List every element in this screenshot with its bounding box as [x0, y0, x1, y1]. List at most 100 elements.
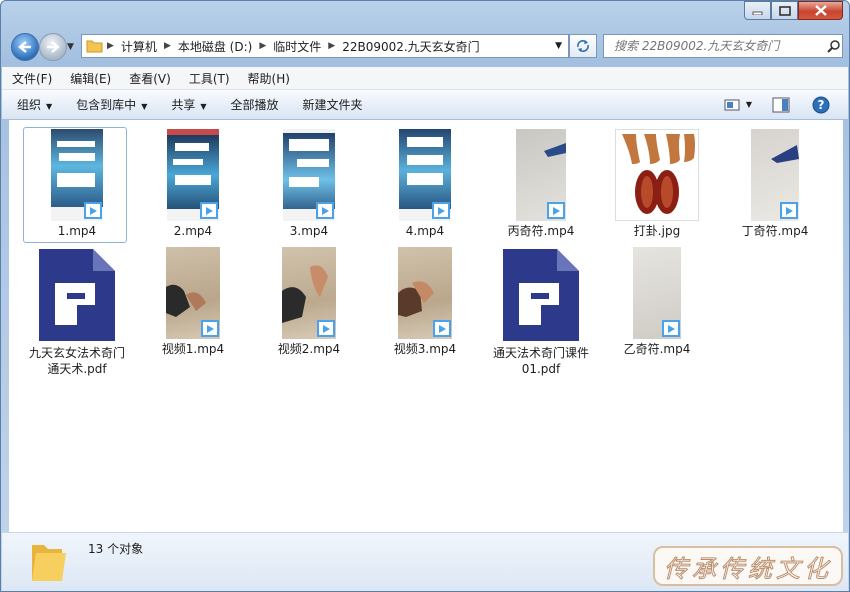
- share-button[interactable]: 共享 ▼: [162, 96, 215, 113]
- video-badge-icon: [201, 320, 219, 337]
- file-item[interactable]: 九天玄女法术奇门通天术.pdf: [25, 247, 129, 377]
- file-name: 视频1.mp4: [161, 342, 225, 356]
- pdf-thumbnail: [501, 247, 581, 343]
- address-dropdown-icon[interactable]: ▼: [555, 41, 562, 51]
- chat-bubble: [407, 155, 443, 165]
- search-icon[interactable]: [827, 39, 841, 53]
- file-item[interactable]: 视频2.mp4: [257, 247, 361, 357]
- address-bar[interactable]: ▶ 计算机 ▶ 本地磁盘 (D:) ▶ 临时文件 ▶ 22B09002.九天玄女…: [81, 34, 569, 58]
- file-item[interactable]: 视频3.mp4: [373, 247, 477, 357]
- video-badge-icon: [780, 202, 798, 219]
- video-thumbnail: [51, 129, 103, 221]
- menu-edit[interactable]: 编辑(E): [62, 70, 119, 87]
- chat-bubble: [289, 139, 329, 151]
- video-thumbnail: [399, 129, 451, 221]
- breadcrumb-local-disk[interactable]: 本地磁盘 (D:): [174, 38, 256, 55]
- arrow-left-icon: [18, 41, 31, 53]
- video-badge-icon: [317, 320, 335, 337]
- chat-bubble: [407, 137, 443, 147]
- chevron-down-icon: ▼: [745, 100, 752, 109]
- chevron-down-icon: ▼: [46, 102, 53, 111]
- navigation-bar: ▼ ▶ 计算机 ▶ 本地磁盘 (D:) ▶ 临时文件 ▶ 22B09002.九天…: [9, 33, 844, 61]
- window-controls: [744, 1, 843, 20]
- file-name: 视频2.mp4: [277, 342, 341, 356]
- video-badge-icon: [662, 320, 680, 337]
- file-name: 乙奇符.mp4: [623, 342, 691, 356]
- file-name: 4.mp4: [405, 224, 445, 238]
- play-all-button[interactable]: 全部播放: [222, 96, 288, 113]
- help-icon[interactable]: ?: [812, 96, 830, 114]
- file-list: 1.mp4 2.mp4 3.mp4 4.mp4 丙奇符.mp4 打卦.jpg 丁…: [9, 120, 843, 532]
- minimize-button[interactable]: [744, 1, 771, 20]
- video-thumbnail: [283, 129, 335, 221]
- file-name: 2.mp4: [173, 224, 213, 238]
- menu-view[interactable]: 查看(V): [121, 70, 179, 87]
- watermark-text: 传承传统文化: [664, 554, 832, 583]
- file-item[interactable]: 丙奇符.mp4: [489, 129, 593, 239]
- command-bar: 组织 ▼ 包含到库中 ▼ 共享 ▼ 全部播放 新建文件夹 ▼ ?: [2, 90, 848, 120]
- chat-bubble: [297, 159, 329, 167]
- forward-button[interactable]: [39, 33, 67, 61]
- breadcrumb-current-folder[interactable]: 22B09002.九天玄女奇门: [338, 38, 484, 55]
- breadcrumb-computer[interactable]: 计算机: [117, 38, 161, 55]
- refresh-icon: [577, 40, 589, 52]
- search-box: [603, 34, 843, 58]
- file-name: 九天玄女法术奇门通天术.pdf: [28, 346, 125, 376]
- video-badge-icon: [316, 202, 334, 219]
- close-icon: [814, 5, 827, 16]
- recent-pages-chevron-icon[interactable]: ▼: [67, 42, 74, 52]
- share-label: 共享: [171, 98, 196, 112]
- close-button[interactable]: [798, 1, 843, 20]
- menu-tools[interactable]: 工具(T): [181, 70, 238, 87]
- pdf-thumbnail: [37, 247, 117, 343]
- divination-blocks-image: [622, 134, 695, 214]
- file-name: 打卦.jpg: [633, 224, 681, 238]
- video-thumbnail: [398, 247, 452, 339]
- menu-file[interactable]: 文件(F): [4, 70, 60, 87]
- organize-label: 组织: [17, 98, 42, 112]
- item-count: 13 个对象: [88, 542, 144, 556]
- preview-pane-icon[interactable]: [772, 97, 790, 113]
- arrow-right-icon: [47, 41, 60, 53]
- breadcrumb-temp-folder[interactable]: 临时文件: [269, 38, 325, 55]
- include-label: 包含到库中: [76, 98, 137, 112]
- refresh-button[interactable]: [569, 34, 597, 58]
- chat-bubble: [407, 173, 443, 185]
- include-in-library-button[interactable]: 包含到库中 ▼: [67, 96, 156, 113]
- chat-bubble: [57, 141, 95, 147]
- image-thumbnail: [615, 129, 699, 221]
- file-item[interactable]: 视频1.mp4: [141, 247, 245, 357]
- menu-bar: 文件(F) 编辑(E) 查看(V) 工具(T) 帮助(H): [2, 67, 848, 90]
- menu-help[interactable]: 帮助(H): [240, 70, 298, 87]
- video-badge-icon: [432, 202, 450, 219]
- file-item[interactable]: 3.mp4: [257, 129, 361, 239]
- file-item[interactable]: 4.mp4: [373, 129, 477, 239]
- video-thumbnail: [516, 129, 566, 221]
- video-badge-icon: [84, 202, 102, 219]
- video-thumbnail: [166, 247, 220, 339]
- organize-button[interactable]: 组织 ▼: [8, 96, 61, 113]
- new-folder-button[interactable]: 新建文件夹: [294, 96, 372, 113]
- maximize-icon: [778, 5, 791, 16]
- chat-bubble: [175, 175, 211, 185]
- search-input[interactable]: [612, 38, 821, 54]
- file-item[interactable]: 通天法术奇门课件01.pdf: [489, 247, 593, 377]
- video-thumbnail: [167, 129, 219, 221]
- video-badge-icon: [433, 320, 451, 337]
- file-item[interactable]: 2.mp4: [141, 129, 245, 239]
- file-item[interactable]: 丁奇符.mp4: [723, 129, 827, 239]
- back-button[interactable]: [11, 33, 39, 61]
- file-name: 通天法术奇门课件01.pdf: [492, 346, 589, 376]
- video-thumbnail: [282, 247, 336, 339]
- view-icon: [724, 99, 740, 110]
- chat-bubble: [57, 173, 95, 187]
- maximize-button[interactable]: [771, 1, 798, 20]
- minimize-icon: [752, 11, 763, 15]
- explorer-window: ▼ ▶ 计算机 ▶ 本地磁盘 (D:) ▶ 临时文件 ▶ 22B09002.九天…: [0, 0, 850, 592]
- chat-bubble: [289, 177, 319, 187]
- file-item[interactable]: 打卦.jpg: [605, 129, 709, 239]
- view-options-button[interactable]: ▼: [724, 98, 752, 112]
- svg-text:?: ?: [818, 98, 825, 112]
- file-item[interactable]: 乙奇符.mp4: [605, 247, 709, 357]
- file-item[interactable]: 1.mp4: [23, 127, 129, 243]
